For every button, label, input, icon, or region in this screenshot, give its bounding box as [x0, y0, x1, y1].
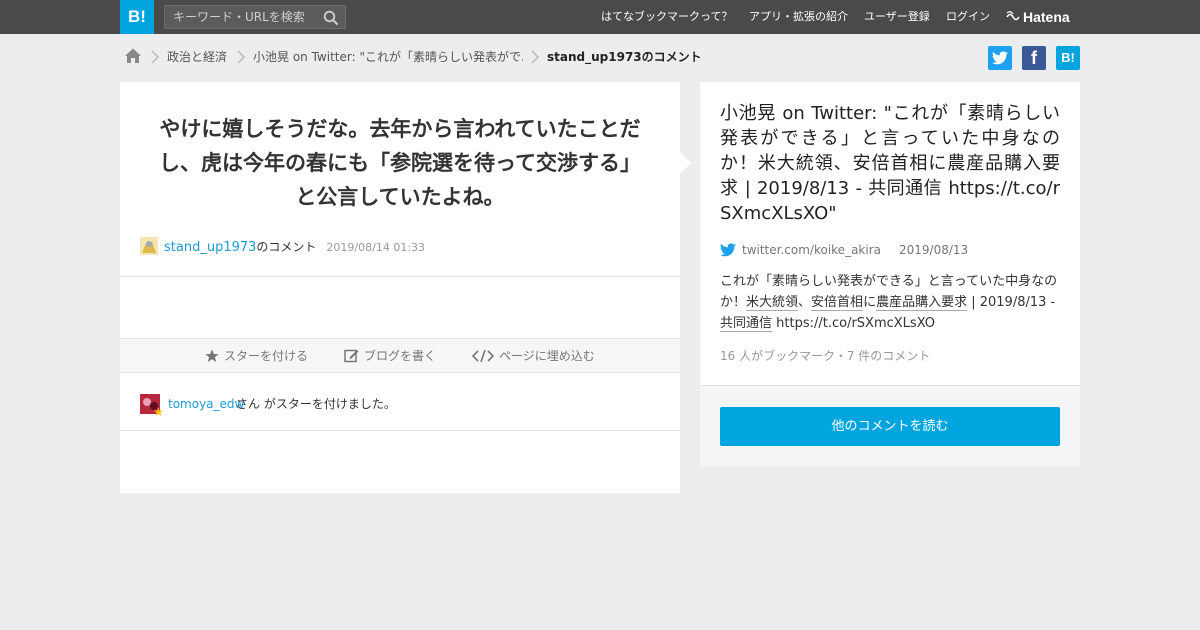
home-icon[interactable]	[124, 47, 142, 65]
nav-about[interactable]: はてなブックマークって？	[601, 0, 732, 34]
entry-description: これが「素晴らしい発表ができる」と言っていた中身なのか！米大統領、安倍首相に農産…	[720, 271, 1060, 334]
star-badge-icon: ★	[153, 405, 164, 419]
avatar[interactable]	[140, 237, 158, 255]
add-star-button[interactable]: スターを付ける	[205, 339, 308, 373]
entry-info: 小池晃 on Twitter: "これが「素晴らしい発表ができる」と言っていた中…	[700, 82, 1080, 386]
twitter-bird-icon	[720, 243, 736, 257]
search-input[interactable]	[165, 6, 315, 28]
comment-card: やけに嬉しそうだな。去年から言われていたことだし、虎は今年の春にも「参院選を待っ…	[120, 82, 680, 493]
entry-title-link[interactable]: 小池晃 on Twitter: "これが「素晴らしい発表ができる」と言っていた中…	[720, 103, 1060, 224]
divider	[120, 430, 680, 431]
entry-source-domain[interactable]: twitter.com/koike_akira	[742, 243, 881, 257]
card-pointer	[680, 152, 691, 174]
entry-card: 小池晃 on Twitter: "これが「素晴らしい発表ができる」と言っていた中…	[700, 82, 1080, 466]
keyword-link[interactable]: 安倍首相	[811, 295, 864, 311]
nav-apps[interactable]: アプリ・拡張の紹介	[749, 0, 848, 34]
entry-desc-text: 、	[798, 295, 812, 310]
star-user-link[interactable]: tomoya_edw	[168, 394, 244, 414]
share-hatena-button[interactable]: B!	[1056, 46, 1080, 70]
entry-source: twitter.com/koike_akira 2019/08/13	[720, 240, 968, 260]
hatena-leaf-icon	[1006, 11, 1020, 21]
chevron-right-icon	[531, 50, 540, 64]
entry-date: 2019/08/13	[899, 243, 969, 257]
hatena-bookmark-logo[interactable]: B!	[120, 0, 154, 34]
action-bar: スターを付ける ブログを書く ページに埋め込む	[120, 338, 680, 373]
twitter-bird-icon	[992, 51, 1008, 65]
embed-page-button[interactable]: ページに埋め込む	[471, 339, 595, 373]
star-activity-text: さん がスターを付けました。	[236, 397, 396, 411]
hatena-brand[interactable]: Hatena	[1006, 0, 1070, 34]
breadcrumb-entry[interactable]: 小池晃 on Twitter: "これが「素晴らしい発表がで...	[253, 46, 523, 68]
comment-date[interactable]: 2019/08/14 01:33	[326, 241, 425, 254]
write-blog-label: ブログを書く	[364, 349, 437, 363]
keyword-link[interactable]: 米大統領	[746, 295, 799, 311]
comment-meta: stand_up1973のコメント 2019/08/14 01:33	[140, 236, 425, 256]
share-facebook-button[interactable]: f	[1022, 46, 1046, 70]
hatena-brand-label: Hatena	[1023, 9, 1070, 25]
entry-desc-text: | 2019/8/13 -	[967, 295, 1056, 310]
top-bar: B! はてなブックマークって？ アプリ・拡張の紹介 ユーザー登録 ログイン Ha…	[0, 0, 1200, 34]
star-user-avatar[interactable]: ★	[140, 394, 164, 418]
keyword-link[interactable]: 農産品購入要求	[876, 295, 968, 311]
write-blog-button[interactable]: ブログを書く	[344, 339, 436, 373]
comment-text: やけに嬉しそうだな。去年から言われていたことだし、虎は今年の春にも「参院選を待っ…	[159, 117, 641, 209]
edit-icon	[344, 349, 359, 363]
share-twitter-button[interactable]	[988, 46, 1012, 70]
comment-user-link[interactable]: stand_up1973	[164, 240, 256, 255]
chevron-right-icon	[237, 50, 246, 64]
code-icon	[471, 349, 495, 363]
search-box	[164, 5, 346, 29]
embed-page-label: ページに埋め込む	[499, 349, 595, 363]
entry-desc-text: https://t.co/rSXmcXLsXO	[772, 316, 935, 331]
nav-signup[interactable]: ユーザー登録	[864, 0, 930, 34]
read-other-comments-button[interactable]: 他のコメントを読む	[720, 407, 1060, 446]
add-star-label: スターを付ける	[224, 349, 309, 363]
nav-login[interactable]: ログイン	[946, 0, 990, 34]
search-icon[interactable]	[323, 10, 339, 26]
breadcrumb-category[interactable]: 政治と経済	[167, 46, 227, 68]
entry-title[interactable]: 小池晃 on Twitter: "これが「素晴らしい発表ができる」と言っていた中…	[720, 101, 1060, 226]
keyword-link[interactable]: 共同通信	[720, 316, 773, 332]
bookmark-count[interactable]: 16 人がブックマーク・7 件のコメント	[720, 347, 930, 364]
divider	[120, 276, 680, 277]
breadcrumb-current: stand_up1973のコメント	[547, 50, 702, 64]
entry-desc-text: に	[863, 295, 877, 310]
star-icon	[205, 349, 219, 362]
comment-user-suffix: のコメント	[256, 240, 317, 254]
chevron-right-icon	[151, 50, 160, 64]
